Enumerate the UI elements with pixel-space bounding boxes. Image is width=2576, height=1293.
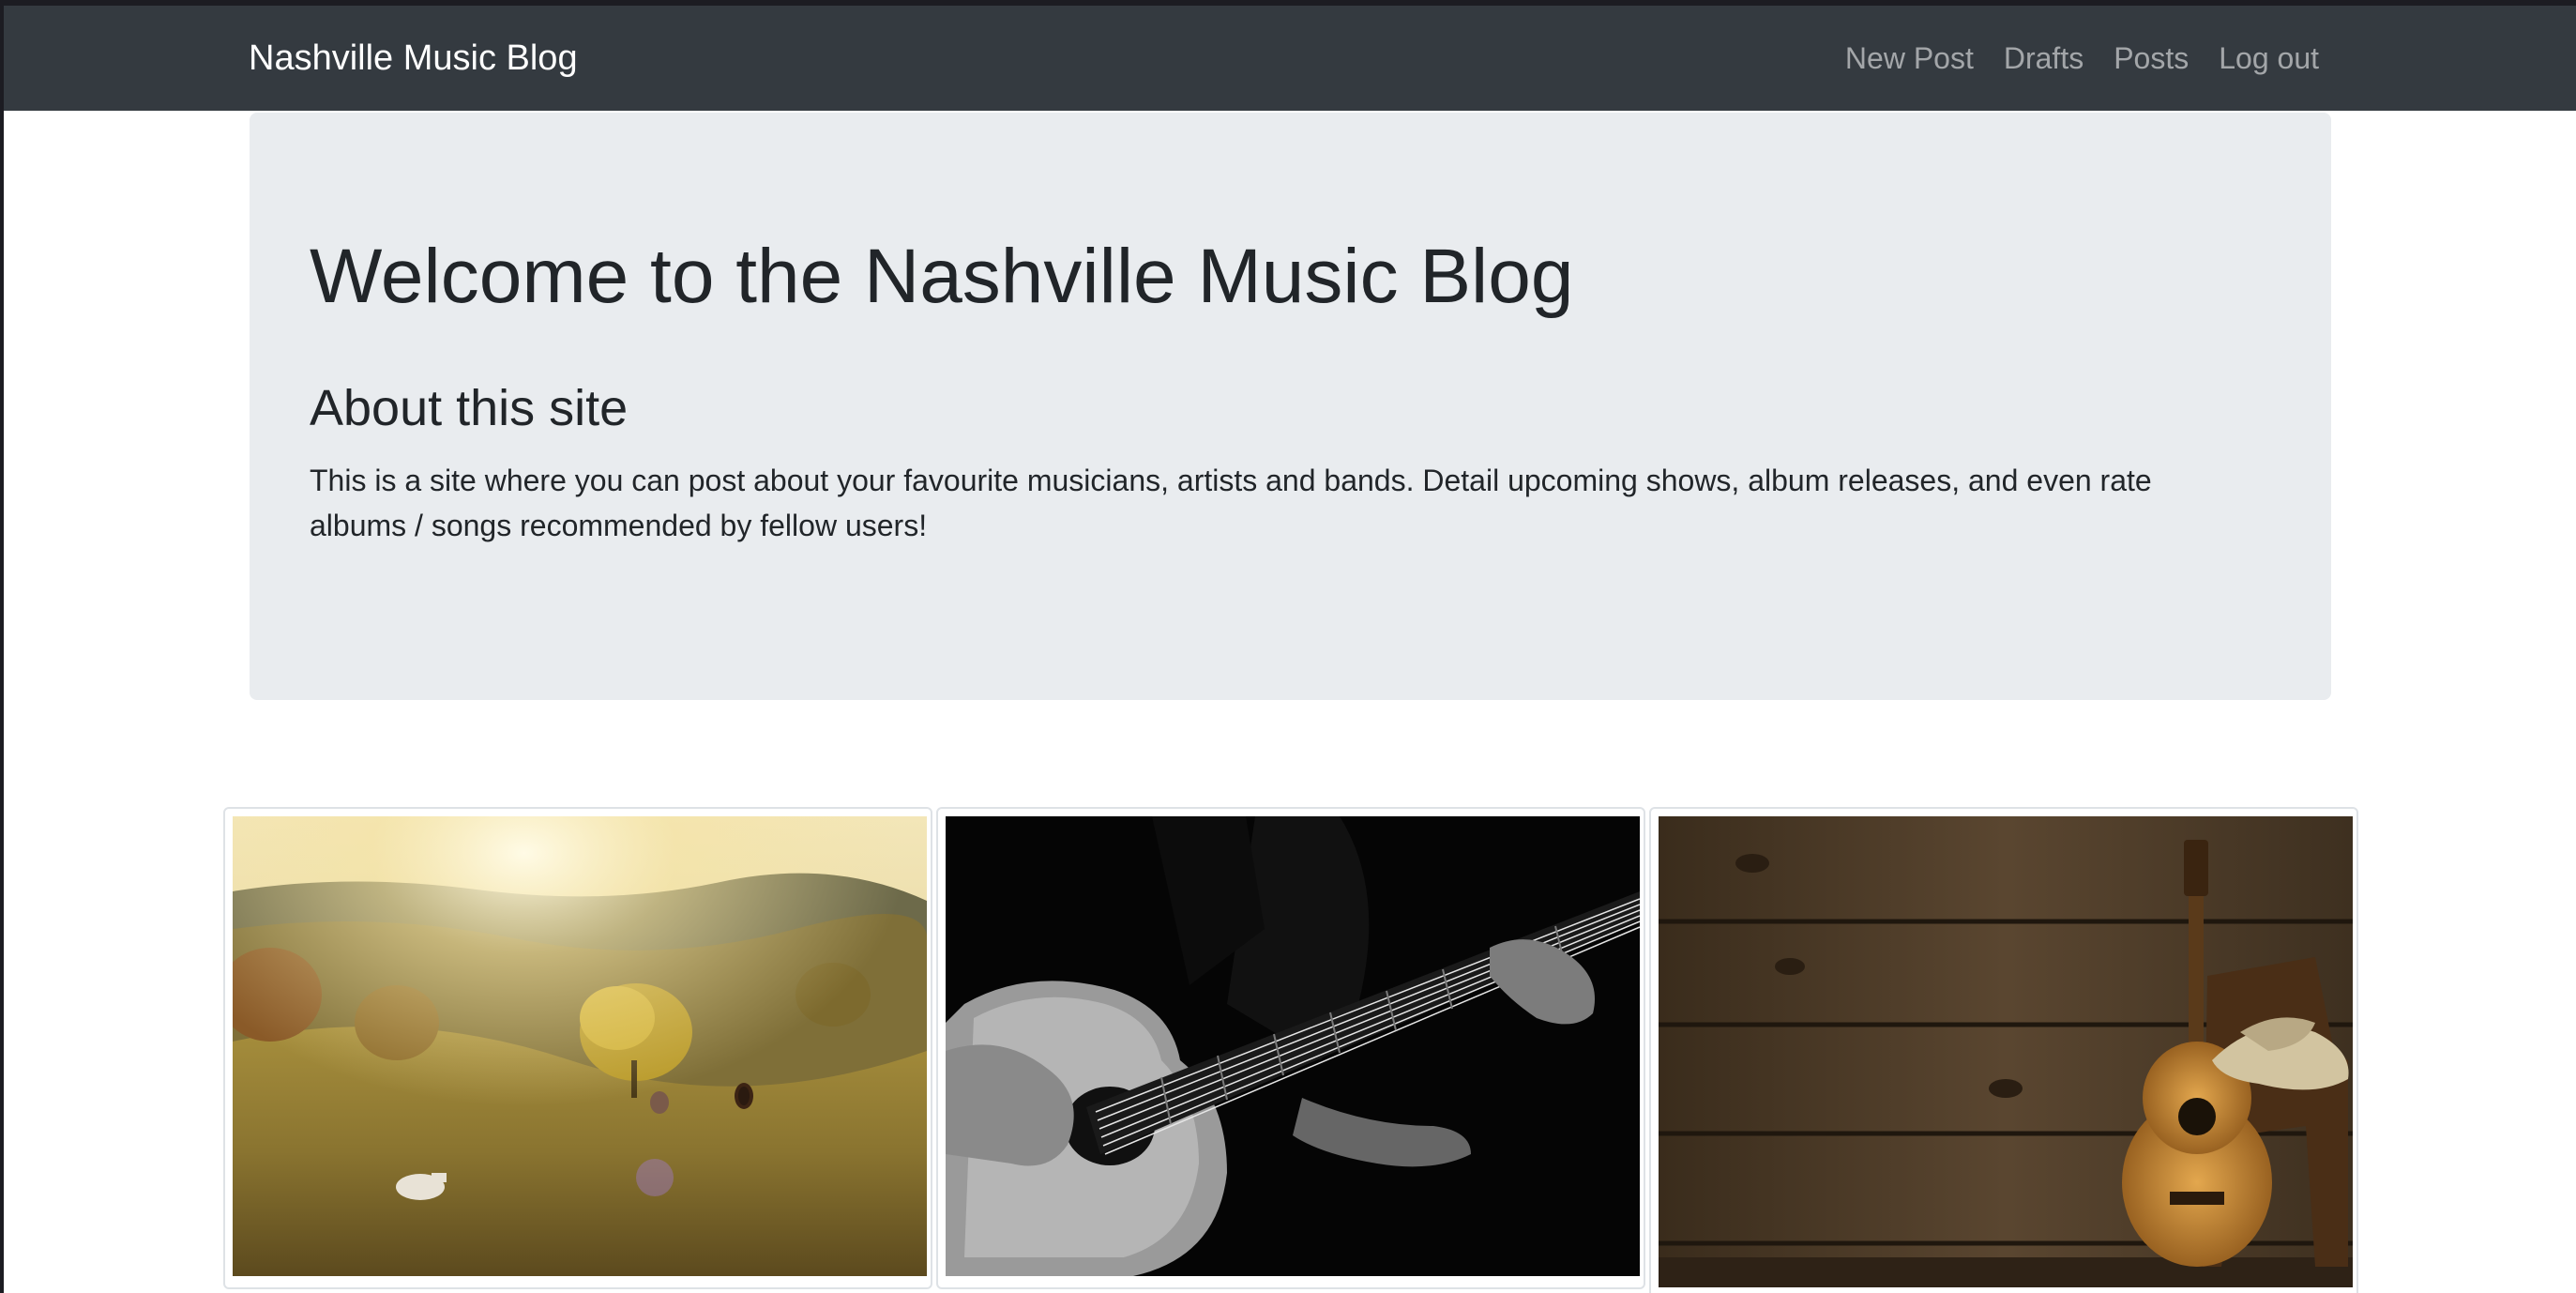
image-gallery: [223, 807, 2360, 1293]
nav-link-log-out[interactable]: Log out: [2219, 41, 2319, 76]
pasture-photo: [233, 816, 927, 1276]
site-brand-link[interactable]: Nashville Music Blog: [249, 6, 578, 111]
nav-links: New Post Drafts Posts Log out: [1845, 6, 2319, 111]
browser-viewport: Nashville Music Blog New Post Drafts Pos…: [4, 6, 2576, 1293]
top-navbar: Nashville Music Blog New Post Drafts Pos…: [4, 6, 2576, 111]
gallery-card-guitarist: [936, 807, 1645, 1289]
welcome-jumbotron: Welcome to the Nashville Music Blog Abou…: [250, 113, 2331, 700]
about-description: This is a site where you can post about …: [310, 463, 2152, 542]
nav-link-drafts[interactable]: Drafts: [2004, 41, 2084, 76]
guitar-and-hat-photo: [1659, 816, 2353, 1287]
page-title: Welcome to the Nashville Music Blog: [310, 234, 1574, 319]
gallery-card-pasture: [223, 807, 932, 1289]
guitarist-photo: [946, 816, 1640, 1276]
nav-link-posts[interactable]: Posts: [2114, 41, 2189, 76]
about-heading: About this site: [310, 380, 629, 437]
gallery-card-guitar-hat: [1649, 807, 2358, 1293]
nav-link-new-post[interactable]: New Post: [1845, 41, 1974, 76]
